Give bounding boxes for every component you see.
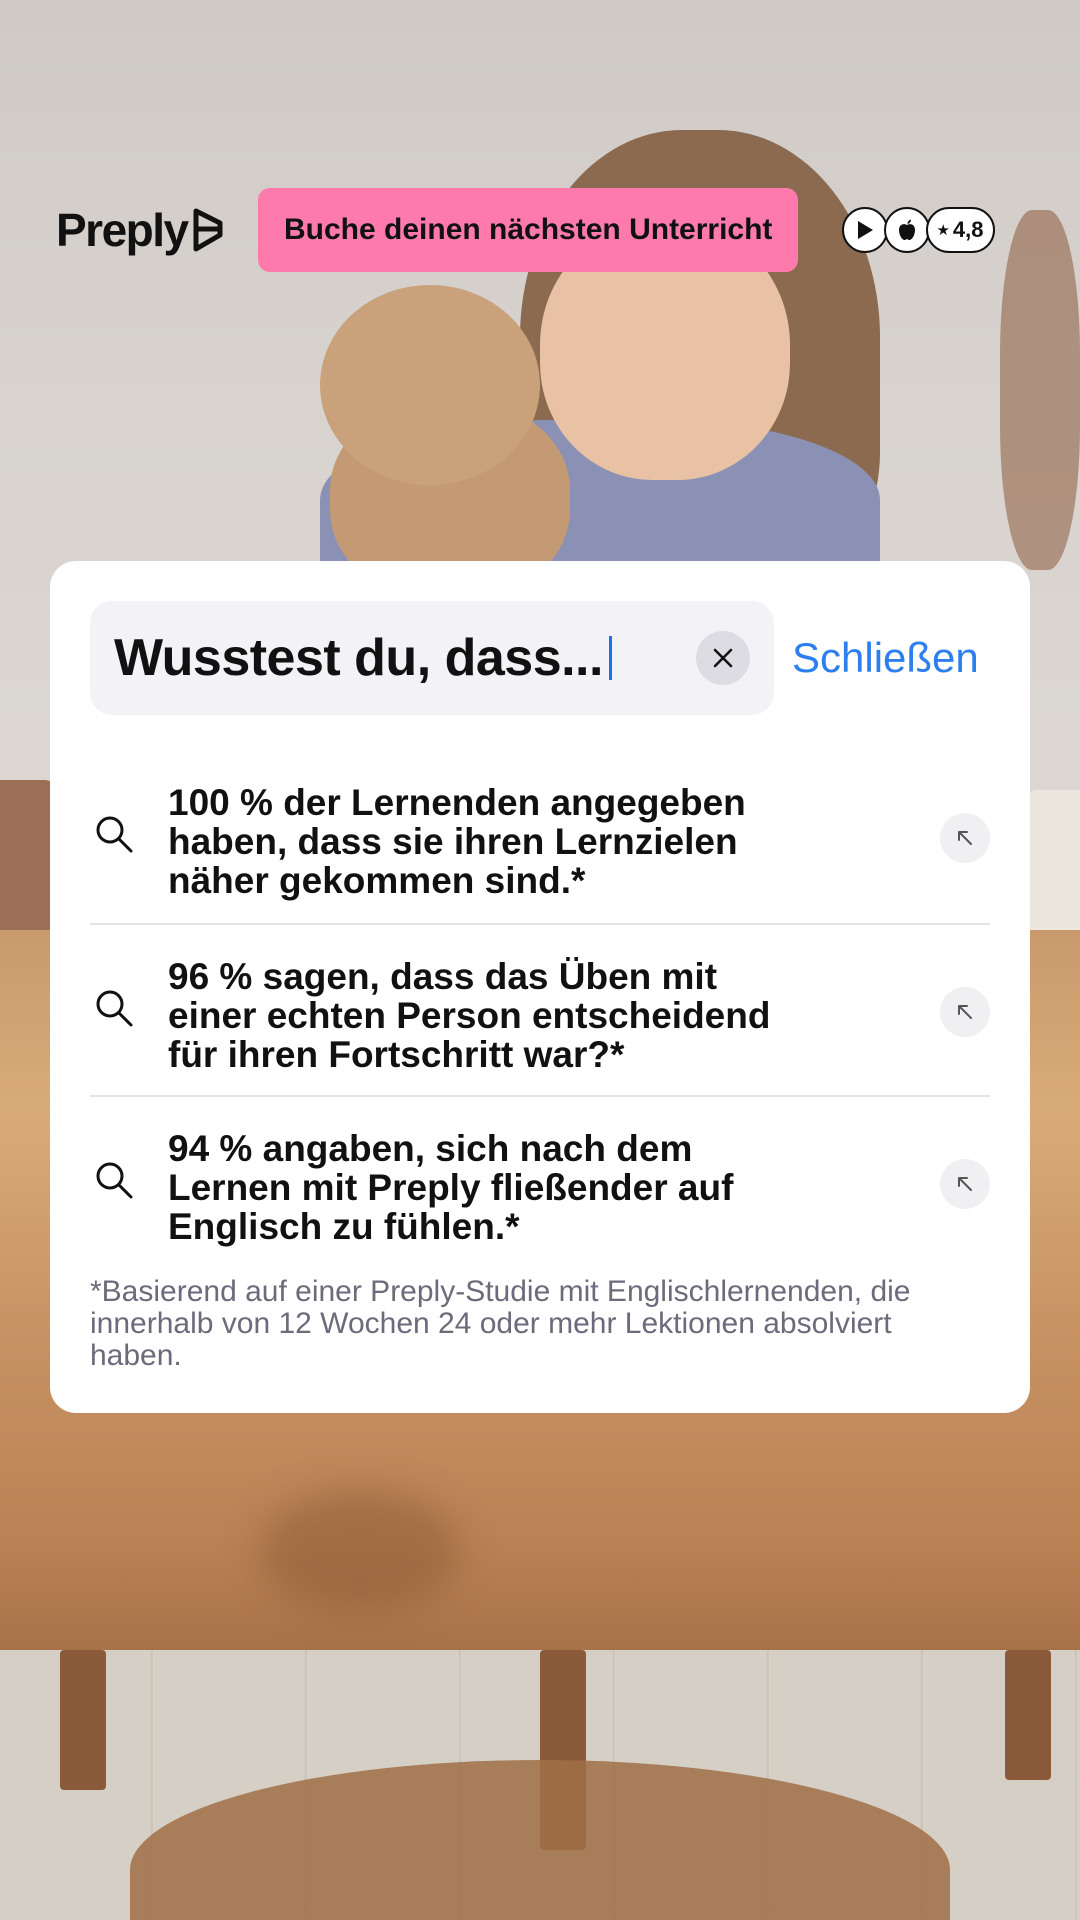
- top-bar: Preply Buche deinen nächsten Unterricht …: [56, 188, 1024, 272]
- preply-logo-icon: [193, 208, 223, 252]
- book-lesson-button[interactable]: Buche deinen nächsten Unterricht: [258, 188, 799, 272]
- search-input[interactable]: Wusstest du, dass...: [90, 601, 774, 715]
- suggestion-text: 94 % angaben, sich nach dem Lernen mit P…: [168, 1128, 734, 1247]
- close-button[interactable]: Schließen: [792, 634, 979, 682]
- background-table-shadow: [260, 1490, 460, 1610]
- text-caret: [608, 636, 612, 680]
- play-icon: [858, 221, 874, 239]
- arrow-up-left-icon: [958, 831, 972, 845]
- apple-icon: [899, 219, 916, 240]
- app-store-badge[interactable]: [884, 207, 931, 253]
- search-icon: [96, 1162, 133, 1199]
- fill-suggestion-button[interactable]: [940, 1159, 990, 1209]
- close-icon: [713, 648, 733, 668]
- search-input-value: Wusstest du, dass...: [114, 629, 603, 687]
- suggestion-item[interactable]: 96 % sagen, dass das Üben mit einer echt…: [90, 923, 990, 1095]
- play-store-badge[interactable]: [842, 207, 889, 253]
- background-dog-head: [320, 285, 540, 485]
- suggestion-text: 96 % sagen, dass das Üben mit einer echt…: [168, 956, 771, 1075]
- background-table-leg: [1005, 1650, 1051, 1780]
- suggestion-item[interactable]: 100 % der Lernenden angegeben haben, das…: [90, 751, 990, 923]
- clear-search-button[interactable]: [696, 631, 750, 685]
- arrow-up-left-icon: [958, 1005, 972, 1019]
- search-icon: [96, 990, 133, 1027]
- search-card: Wusstest du, dass... Schließen 100 % der…: [50, 561, 1030, 1413]
- logo-text: Preply: [56, 204, 189, 256]
- rating-value: 4,8: [952, 217, 984, 242]
- fill-suggestion-button[interactable]: [940, 813, 990, 863]
- suggestion-list: 100 % der Lernenden angegeben haben, das…: [90, 751, 990, 1267]
- search-icon: [96, 816, 133, 853]
- suggestion-text: 100 % der Lernenden angegeben haben, das…: [168, 782, 746, 901]
- arrow-up-left-icon: [958, 1177, 972, 1191]
- preply-logo[interactable]: Preply: [56, 203, 230, 257]
- study-footnote: *Basierend auf einer Preply-Studie mit E…: [90, 1275, 911, 1372]
- fill-suggestion-button[interactable]: [940, 987, 990, 1037]
- star-icon: ★: [936, 222, 950, 239]
- rating-badge[interactable]: ★ 4,8: [926, 207, 996, 253]
- suggestion-item[interactable]: 94 % angaben, sich nach dem Lernen mit P…: [90, 1095, 990, 1267]
- app-badges: ★ 4,8: [842, 207, 996, 253]
- background-table-leg: [60, 1650, 106, 1790]
- search-row: Wusstest du, dass... Schließen: [90, 601, 990, 715]
